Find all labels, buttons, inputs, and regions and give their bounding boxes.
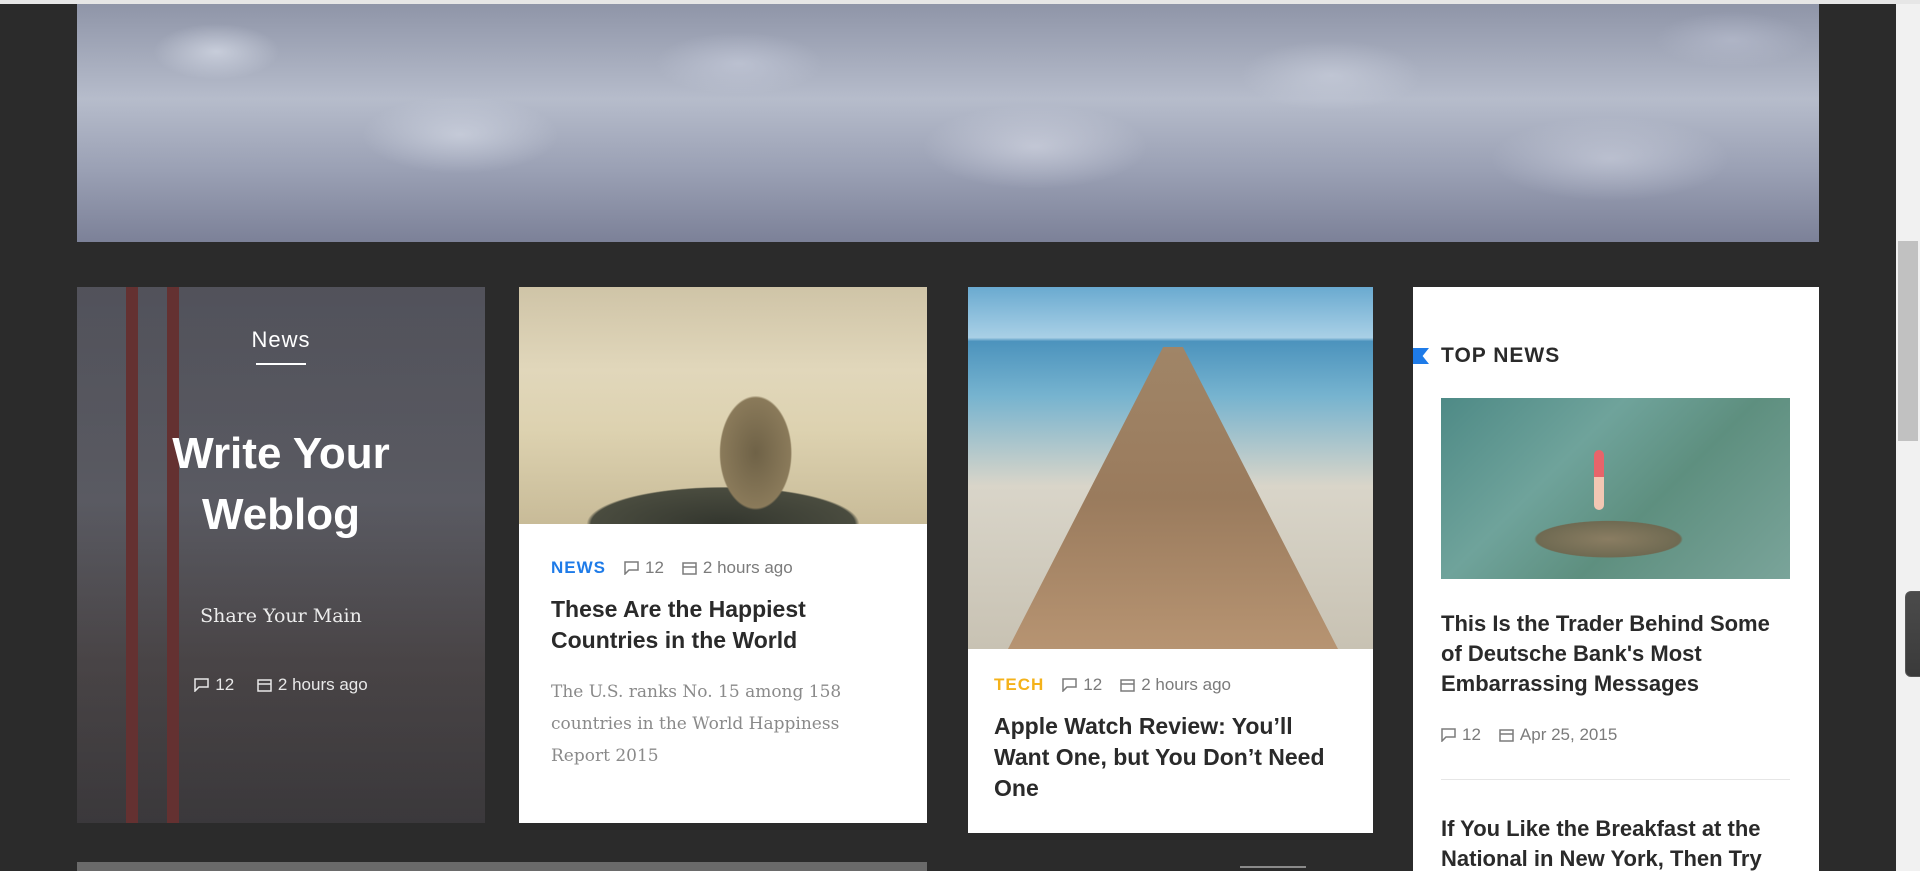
- featured-category[interactable]: News: [77, 327, 485, 353]
- yoga-figure-shape: [1594, 450, 1604, 510]
- featured-title[interactable]: Write Your Weblog: [77, 423, 485, 545]
- calendar-icon: [1120, 679, 1135, 692]
- next-card-edge: [1240, 866, 1306, 868]
- page-scrollbar[interactable]: [1896, 4, 1920, 871]
- featured-time: 2 hours ago: [257, 675, 368, 695]
- post-thumbnail-mountain[interactable]: [519, 287, 927, 524]
- pier-deck-shape: [1008, 347, 1338, 649]
- post-time-text: 2 hours ago: [1141, 675, 1231, 694]
- featured-comments[interactable]: 12: [194, 675, 234, 695]
- comment-icon: [1441, 728, 1456, 742]
- top-news-thumbnail-yoga[interactable]: [1441, 398, 1790, 579]
- comment-icon: [194, 678, 210, 692]
- clouds-banner-image: [77, 4, 1819, 242]
- top-news-item-title[interactable]: This Is the Trader Behind Some of Deutsc…: [1441, 609, 1791, 699]
- top-news-comment-count: 12: [1462, 725, 1481, 744]
- comment-icon: [624, 561, 639, 575]
- post-time: 2 hours ago: [682, 558, 793, 578]
- top-news-divider: [1441, 779, 1790, 780]
- post-comments[interactable]: 12: [1062, 675, 1102, 695]
- flag-icon: [1413, 348, 1429, 364]
- side-panel-handle[interactable]: [1905, 591, 1920, 677]
- featured-meta: 12 2 hours ago: [77, 675, 485, 697]
- post-category[interactable]: NEWS: [551, 558, 606, 578]
- post-category[interactable]: TECH: [994, 675, 1044, 695]
- scrollbar-thumb[interactable]: [1898, 241, 1918, 441]
- post-comments[interactable]: 12: [624, 558, 664, 578]
- featured-comment-count: 12: [215, 675, 235, 694]
- post-card-apple-watch[interactable]: TECH 12 2 hours ago Apple Watch Review: …: [968, 287, 1373, 833]
- top-news-heading: TOP NEWS: [1441, 344, 1561, 367]
- featured-time-text: 2 hours ago: [277, 675, 368, 694]
- top-news-comments[interactable]: 12: [1441, 725, 1481, 745]
- comment-icon: [1062, 678, 1078, 692]
- post-comment-count: 12: [645, 558, 664, 577]
- post-time: 2 hours ago: [1120, 675, 1231, 695]
- featured-post-card[interactable]: News Write Your Weblog Share Your Main 1…: [77, 287, 485, 823]
- featured-divider: [256, 363, 306, 365]
- post-thumbnail-pier[interactable]: [968, 287, 1373, 649]
- post-title[interactable]: Apple Watch Review: You’ll Want One, but…: [994, 711, 1347, 804]
- post-excerpt: The U.S. ranks No. 15 among 158 countrie…: [551, 682, 842, 766]
- post-time-text: 2 hours ago: [702, 558, 793, 577]
- featured-subtitle: Share Your Main: [200, 605, 362, 627]
- post-card-happiest-countries[interactable]: NEWS 12 2 hours ago These Are the Happie…: [519, 287, 927, 823]
- calendar-icon: [682, 562, 697, 575]
- calendar-icon: [1499, 729, 1514, 742]
- post-meta: TECH 12 2 hours ago: [994, 675, 1347, 695]
- top-news-item-meta: 12 Apr 25, 2015: [1441, 725, 1617, 745]
- next-card-edge: [77, 862, 927, 871]
- featured-title-line1[interactable]: Write Your: [77, 423, 485, 484]
- top-news-widget: TOP NEWS This Is the Trader Behind Some …: [1413, 287, 1819, 871]
- featured-title-line2[interactable]: Weblog: [77, 484, 485, 545]
- post-comment-count: 12: [1083, 675, 1103, 694]
- top-news-date-text: Apr 25, 2015: [1519, 725, 1618, 744]
- post-meta: NEWS 12 2 hours ago: [551, 558, 895, 578]
- top-news-date: Apr 25, 2015: [1499, 725, 1617, 745]
- post-title[interactable]: These Are the Happiest Countries in the …: [551, 594, 895, 656]
- calendar-icon: [257, 679, 272, 692]
- top-news-item-title[interactable]: If You Like the Breakfast at the Nationa…: [1441, 814, 1791, 871]
